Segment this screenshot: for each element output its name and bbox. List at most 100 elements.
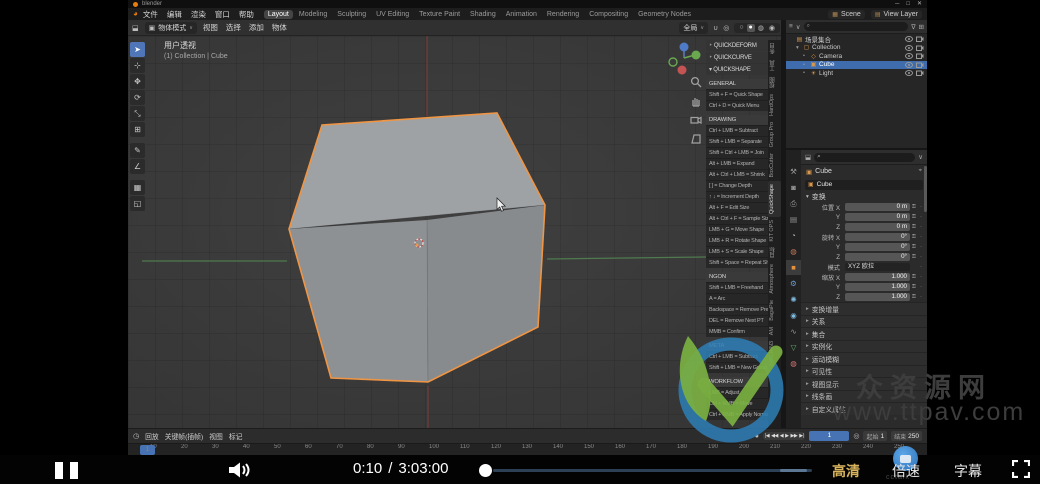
- frame-end-field[interactable]: 结束 250: [891, 431, 922, 441]
- outliner-row[interactable]: ▤ 场景集合: [786, 35, 927, 44]
- properties-scrollbar[interactable]: [924, 166, 927, 212]
- object-name[interactable]: Camera: [819, 53, 903, 60]
- lock-icon[interactable]: ⚿: [912, 234, 918, 240]
- properties-tab-icon[interactable]: ✺: [786, 292, 801, 307]
- outliner-row[interactable]: ▾ ▢ Collection: [786, 44, 927, 53]
- lock-icon[interactable]: ⚿: [912, 254, 918, 260]
- volume-icon[interactable]: [227, 461, 253, 479]
- npanel-tab[interactable]: HardOps: [768, 91, 781, 119]
- playback-menu[interactable]: 回放: [145, 431, 159, 441]
- keying-set-icon[interactable]: ◎: [853, 432, 859, 440]
- orientation-selector[interactable]: 全局 ∨: [679, 21, 709, 34]
- shading-mode-button[interactable]: ○: [737, 24, 745, 32]
- transform-value-field[interactable]: 0 m: [845, 212, 910, 222]
- cube-object[interactable]: [288, 112, 546, 383]
- lock-icon[interactable]: ⚿: [912, 294, 918, 300]
- animate-dot-icon[interactable]: ·: [920, 284, 924, 290]
- proportional-edit-icon[interactable]: ◎: [723, 24, 729, 32]
- object-name-field[interactable]: ▣ Cube: [805, 179, 923, 190]
- object-name[interactable]: Cube: [819, 61, 903, 68]
- workspace-tab[interactable]: UV Editing: [372, 10, 413, 19]
- render-camera-icon[interactable]: [916, 36, 924, 43]
- render-camera-icon[interactable]: [916, 45, 924, 51]
- render-camera-icon[interactable]: [916, 70, 924, 77]
- transform-value-field[interactable]: 0°: [845, 242, 910, 252]
- viewport-menu-item[interactable]: 选择: [226, 22, 241, 33]
- tool-button[interactable]: ⊹: [130, 58, 145, 73]
- frame-start-field[interactable]: 起始 1: [863, 431, 888, 441]
- fullscreen-button[interactable]: [1012, 460, 1030, 478]
- shading-mode-button[interactable]: ◉: [767, 24, 777, 32]
- view-menu[interactable]: 视图: [209, 431, 223, 441]
- timeline-ruler[interactable]: 1 10203040506070809010011012013014015016…: [128, 443, 927, 455]
- breadcrumb-object-name[interactable]: Cube: [815, 168, 832, 175]
- keying-menu[interactable]: 关键帧(插帧): [165, 431, 204, 441]
- display-mode-icon[interactable]: ≡: [789, 23, 793, 30]
- properties-tab-icon[interactable]: ▤: [786, 212, 801, 227]
- disclosure-icon[interactable]: •: [803, 70, 808, 76]
- workspace-tab[interactable]: Modeling: [295, 10, 331, 19]
- tool-button[interactable]: ∠: [130, 159, 145, 174]
- workspace-tab[interactable]: Texture Paint: [415, 10, 464, 19]
- view-layer-selector[interactable]: ▤ View Layer: [870, 9, 922, 19]
- tool-button[interactable]: ⊞: [130, 122, 145, 137]
- animate-dot-icon[interactable]: ·: [920, 294, 924, 300]
- filter-funnel-icon[interactable]: ∇: [911, 23, 915, 31]
- workspace-tab[interactable]: Compositing: [585, 10, 632, 19]
- viewport-menu-item[interactable]: 物体: [272, 22, 287, 33]
- snap-magnet-icon[interactable]: ∪: [713, 24, 718, 32]
- workspace-tab[interactable]: Shading: [466, 10, 500, 19]
- properties-search-input[interactable]: ⌕: [814, 152, 916, 162]
- properties-tab-icon[interactable]: ⚒: [786, 164, 801, 179]
- render-camera-icon[interactable]: [916, 62, 924, 68]
- subtitles-button[interactable]: 字幕: [954, 461, 982, 481]
- transform-value-field[interactable]: 1.000: [845, 282, 910, 292]
- lock-icon[interactable]: ⚿: [912, 274, 918, 280]
- disclosure-icon[interactable]: •: [803, 53, 808, 59]
- perspective-toggle-icon[interactable]: [690, 133, 702, 145]
- lock-icon[interactable]: ⚿: [912, 204, 918, 210]
- scene-selector[interactable]: ▦ Scene: [828, 9, 865, 19]
- npanel-tab[interactable]: QuickShape: [768, 180, 781, 217]
- object-name[interactable]: Collection: [812, 44, 903, 51]
- zoom-icon[interactable]: [690, 76, 702, 88]
- window-control-button[interactable]: ✕: [917, 0, 922, 8]
- quality-button[interactable]: 高清: [832, 461, 860, 481]
- mode-selector[interactable]: ▣ 物体模式 ∨: [144, 21, 197, 34]
- npanel-tab[interactable]: 目标: [768, 244, 781, 261]
- npanel-tab[interactable]: Group Pro: [768, 119, 781, 150]
- render-camera-icon[interactable]: [916, 53, 924, 60]
- disclosure-icon[interactable]: •: [803, 62, 808, 68]
- properties-tab-icon[interactable]: ◍: [786, 244, 801, 259]
- gizmo-z-axis[interactable]: [679, 42, 689, 52]
- seek-handle[interactable]: [479, 464, 492, 477]
- npanel-tab[interactable]: BagaPie: [768, 297, 781, 324]
- pin-icon[interactable]: ⌖: [919, 168, 922, 175]
- outliner-row[interactable]: • ◇ Camera: [786, 52, 927, 61]
- pan-hand-icon[interactable]: [690, 95, 702, 107]
- npanel-tab[interactable]: 工具: [768, 57, 781, 74]
- properties-tab-icon[interactable]: ■: [786, 260, 801, 275]
- tool-button[interactable]: ✥: [130, 74, 145, 89]
- properties-section-header[interactable]: ▸ 关系: [801, 314, 927, 327]
- npanel-tab[interactable]: 视图: [768, 74, 781, 91]
- editor-type-icon[interactable]: ⬓: [805, 153, 811, 161]
- new-collection-icon[interactable]: ⊞: [919, 23, 924, 31]
- animate-dot-icon[interactable]: ·: [920, 254, 924, 260]
- transform-value-field[interactable]: 0°: [845, 232, 910, 242]
- eye-icon[interactable]: [905, 44, 913, 51]
- outliner-row[interactable]: • ▣ Cube: [786, 60, 927, 69]
- animate-dot-icon[interactable]: ·: [920, 244, 924, 250]
- transport-button[interactable]: ▶|: [799, 433, 804, 439]
- properties-tab-icon[interactable]: ◙: [786, 180, 801, 195]
- tool-button[interactable]: ◱: [130, 196, 145, 211]
- gizmo-y-axis[interactable]: [691, 50, 701, 60]
- shading-mode-button[interactable]: ◍: [756, 24, 766, 32]
- npanel-tab[interactable]: Atmosphere: [768, 261, 781, 297]
- gizmo-y-axis-negative[interactable]: [668, 57, 678, 67]
- viewport-menu-item[interactable]: 视图: [203, 22, 218, 33]
- npanel-tab[interactable]: BoxCutter: [768, 150, 781, 180]
- eye-icon[interactable]: [905, 53, 913, 60]
- transform-value-field[interactable]: XYZ 欧拉: [845, 262, 910, 272]
- workspace-tab[interactable]: Sculpting: [333, 10, 370, 19]
